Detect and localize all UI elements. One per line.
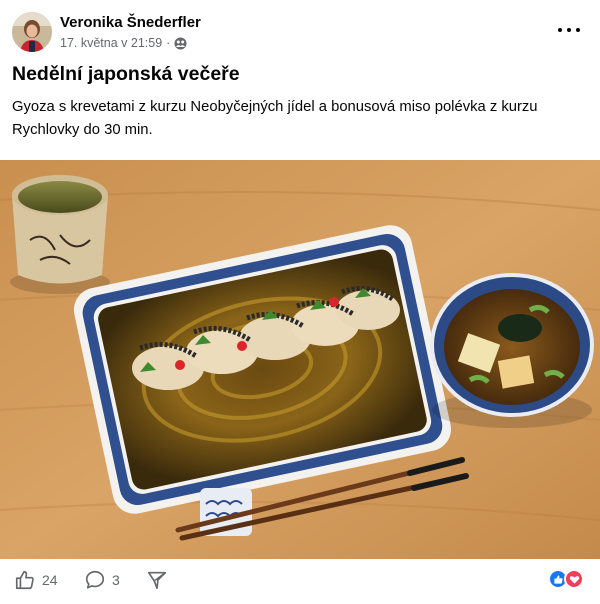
post-photo[interactable] — [0, 160, 600, 559]
author-name[interactable]: Veronika Šnederfler — [60, 14, 201, 31]
post-description: Gyoza s krevetami z kurzu Neobyčejných j… — [12, 99, 538, 138]
avatar[interactable] — [12, 12, 52, 52]
post-meta: 17. května v 21:59 · — [60, 36, 187, 50]
post-footer: 24 3 — [0, 559, 600, 604]
comments-count: 3 — [112, 572, 120, 588]
post-header: Veronika Šnederfler 17. května v 21:59 · — [12, 12, 588, 54]
dot-icon — [567, 28, 571, 32]
likes-count: 24 — [42, 572, 58, 588]
meta-separator: · — [166, 36, 171, 50]
post-card: Veronika Šnederfler 17. května v 21:59 ·… — [0, 0, 600, 604]
friends-icon[interactable] — [174, 37, 187, 50]
reactions-summary[interactable] — [548, 569, 586, 589]
post-title: Nedělní japonská večeře — [12, 63, 240, 85]
thumbs-up-icon — [15, 570, 34, 590]
love-reaction-icon — [564, 569, 584, 589]
more-options-button[interactable] — [558, 20, 580, 40]
dot-icon — [558, 28, 562, 32]
share-icon — [147, 571, 167, 590]
comment-button[interactable]: 3 — [84, 567, 120, 593]
like-button[interactable]: 24 — [14, 567, 58, 593]
dot-icon — [576, 28, 580, 32]
share-button[interactable] — [146, 567, 168, 593]
comment-icon — [85, 570, 105, 589]
timestamp[interactable]: 17. května v 21:59 — [60, 36, 162, 50]
